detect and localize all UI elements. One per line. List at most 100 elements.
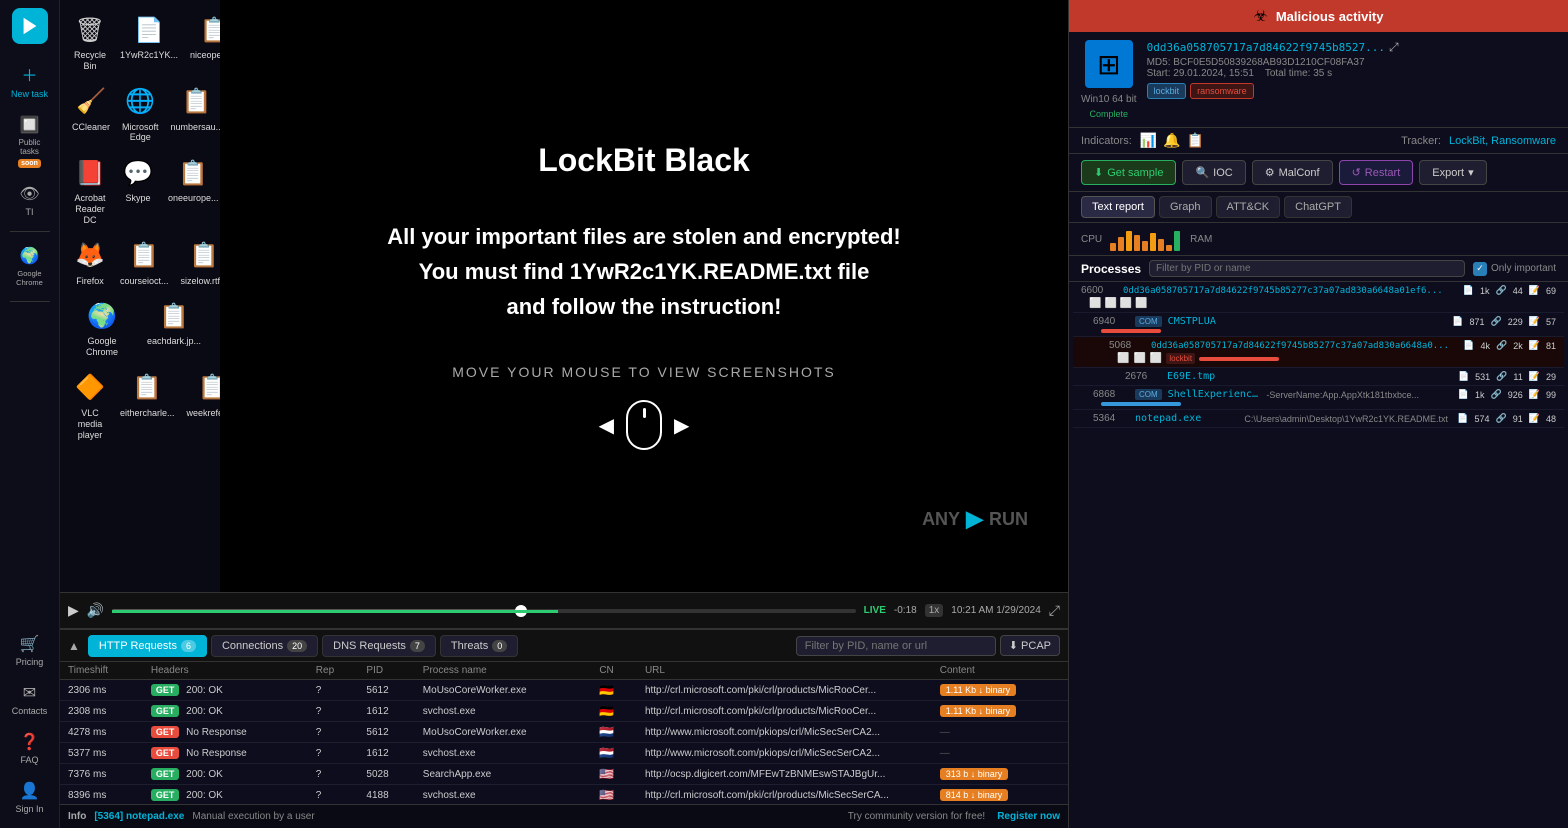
collapse-button[interactable]: ▲ xyxy=(68,639,80,653)
courseioct-icon[interactable]: 📋 courseioct... xyxy=(116,234,173,291)
graph-indicator-icon[interactable]: 📊 xyxy=(1140,132,1157,149)
skype-icon[interactable]: 💬 Skype xyxy=(116,151,160,229)
dns-count: 7 xyxy=(410,640,425,652)
1ywR2c1YK-icon[interactable]: 📄 1YwR2c1YK... xyxy=(116,8,182,76)
windows-icon: ⊞ xyxy=(1085,40,1133,88)
logo[interactable] xyxy=(12,8,48,44)
filter-input[interactable] xyxy=(796,636,996,656)
copy-indicator-icon[interactable]: 📋 xyxy=(1187,132,1204,149)
table-body: 2306 ms GET 200: OK ? 5612 MoUsoCoreWork… xyxy=(60,680,1068,805)
anyrun-logo: ANY ▶ RUN xyxy=(922,506,1028,532)
proc-item-2676[interactable]: 2676 E69E.tmp 📄531 🔗11 📝29 xyxy=(1073,368,1564,386)
export-button[interactable]: Export ▾ xyxy=(1419,160,1486,185)
play-button[interactable]: ▶ xyxy=(68,602,79,619)
processes-header: Processes Only important xyxy=(1069,256,1568,282)
tab-attck[interactable]: ATT&CK xyxy=(1216,196,1281,218)
eithercharle-icon[interactable]: 📋 eithercharle... xyxy=(116,366,179,444)
numbersau-icon[interactable]: 📋 numbersau... xyxy=(167,80,220,148)
pricing-icon: 🛒 xyxy=(20,634,40,654)
threats-label: Threats xyxy=(451,640,488,652)
proc-item-6868[interactable]: 6868 COM ShellExperienceHost.exe -Server… xyxy=(1073,386,1564,410)
restart-button[interactable]: ↺ Restart xyxy=(1339,160,1414,185)
sidebar-item-pricing[interactable]: 🛒 Pricing xyxy=(6,628,54,673)
speed-label[interactable]: 1x xyxy=(925,604,944,617)
acrobat-icon[interactable]: 📕 Acrobat Reader DC xyxy=(68,151,112,229)
firefox-icon[interactable]: 🦊 Firefox xyxy=(68,234,112,291)
tracker-links[interactable]: LockBit, Ransomware xyxy=(1449,135,1556,147)
ioc-button[interactable]: 🔍 IOC xyxy=(1182,160,1245,185)
tab-graph[interactable]: Graph xyxy=(1159,196,1212,218)
cell-url: http://www.microsoft.com/pkiops/crl/MicS… xyxy=(637,743,932,764)
content-badge: 1.11 Kb ↓ binary xyxy=(940,705,1016,717)
get-sample-button[interactable]: ⬇ Get sample xyxy=(1081,160,1176,185)
table-row[interactable]: 2306 ms GET 200: OK ? 5612 MoUsoCoreWork… xyxy=(60,680,1068,701)
process-filter-input[interactable] xyxy=(1149,260,1465,277)
proc-item-6600[interactable]: 6600 0dd36a058705717a7d84622f9745b85277c… xyxy=(1073,282,1564,313)
ransomware-text: All your important files are stolen and … xyxy=(387,219,900,325)
expand-button[interactable]: ⤢ xyxy=(1049,602,1060,619)
sidebar-item-contacts[interactable]: ✉ Contacts xyxy=(6,677,54,722)
tab-threats[interactable]: Threats 0 xyxy=(440,635,518,657)
threats-count: 0 xyxy=(492,640,507,652)
vlc-icon[interactable]: 🔶 VLC media player xyxy=(68,366,112,444)
sidebar-item-new-task[interactable]: ＋ New task xyxy=(6,56,54,105)
progress-bar[interactable] xyxy=(112,609,855,613)
sidebar-item-label: Sign In xyxy=(15,804,43,814)
expand-hash-button[interactable]: ⤢ xyxy=(1389,40,1399,55)
ccleaner-icon[interactable]: 🧹 CCleaner xyxy=(68,80,114,148)
cell-content: 1.11 Kb ↓ binary xyxy=(932,701,1068,722)
reg-icon: 📝 xyxy=(1529,340,1540,351)
status-text: 200: OK xyxy=(186,706,223,717)
cell-time: 2308 ms xyxy=(60,701,143,722)
cpu-bar-5 xyxy=(1142,241,1148,251)
proc-item-5068[interactable]: 5068 0dd36a058705717a7d84622f9745b85277c… xyxy=(1073,337,1564,368)
oneeurope-icon[interactable]: 📋 oneeurope... xyxy=(164,151,220,229)
niceopen-icon[interactable]: 📋 niceopen.r... xyxy=(186,8,220,76)
proc-item-6940[interactable]: 6940 COM CMSTPLUA 📄871 🔗229 📝57 xyxy=(1073,313,1564,337)
ms-edge-icon[interactable]: 🌐 Microsoft Edge xyxy=(118,80,163,148)
start-time: Start: 29.01.2024, 15:51 xyxy=(1147,68,1254,79)
ms-edge-img: 🌐 xyxy=(122,84,158,120)
divider xyxy=(10,231,50,232)
pcap-button[interactable]: ⬇ PCAP xyxy=(1000,635,1060,656)
sizelow-icon[interactable]: 📋 sizelow.rtf... xyxy=(177,234,220,291)
only-important-checkbox[interactable] xyxy=(1473,262,1487,276)
tab-connections[interactable]: Connections 20 xyxy=(211,635,318,657)
only-important-toggle[interactable]: Only important xyxy=(1473,262,1556,276)
weekrefere-icon[interactable]: 📋 weekrefere... xyxy=(183,366,220,444)
sidebar-item-chrome[interactable]: 🌍 Google Chrome xyxy=(6,240,54,293)
sidebar-item-public-tasks[interactable]: 🔲 Public tasks soon xyxy=(6,109,54,174)
table-row[interactable]: 5377 ms GET No Response ? 1612 svchost.e… xyxy=(60,743,1068,764)
arrow-left-btn[interactable]: ◀ xyxy=(599,413,614,438)
sidebar-item-faq[interactable]: ❓ FAQ xyxy=(6,726,54,771)
table-row[interactable]: 4278 ms GET No Response ? 5612 MoUsoCore… xyxy=(60,722,1068,743)
col-process: Process name xyxy=(415,662,592,680)
acrobat-label: Acrobat Reader DC xyxy=(72,193,108,225)
table-row[interactable]: 8396 ms GET 200: OK ? 4188 svchost.exe 🇺… xyxy=(60,785,1068,805)
tab-dns-requests[interactable]: DNS Requests 7 xyxy=(322,635,436,657)
google-chrome-desktop-icon[interactable]: 🌍 Google Chrome xyxy=(68,294,136,362)
tab-text-report[interactable]: Text report xyxy=(1081,196,1155,218)
proc-item-5364[interactable]: 5364 notepad.exe C:\Users\admin\Desktop\… xyxy=(1073,410,1564,428)
eachdark-icon[interactable]: 📋 eachdark.jp... xyxy=(140,294,208,362)
method-badge: GET xyxy=(151,726,180,738)
files-icon: 📄 xyxy=(1458,389,1469,400)
sidebar-item-signin[interactable]: 👤 Sign In xyxy=(6,775,54,820)
alert-indicator-icon[interactable]: 🔔 xyxy=(1163,132,1180,149)
table-row[interactable]: 7376 ms GET 200: OK ? 5028 SearchApp.exe… xyxy=(60,764,1068,785)
weekrefere-label: weekrefere... xyxy=(187,408,220,419)
register-button[interactable]: Register now xyxy=(997,811,1060,822)
method-badge: GET xyxy=(151,768,180,780)
table-row[interactable]: 2308 ms GET 200: OK ? 1612 svchost.exe 🇩… xyxy=(60,701,1068,722)
recycle-bin-icon[interactable]: 🗑 Recycle Bin xyxy=(68,8,112,76)
conn-label: Connections xyxy=(222,640,283,652)
sidebar-item-ti[interactable]: 👁 TI xyxy=(6,178,54,223)
volume-button[interactable]: 🔊 xyxy=(87,602,104,619)
tab-http-requests[interactable]: HTTP Requests 6 xyxy=(88,635,207,657)
status-process: [5364] notepad.exe xyxy=(94,811,184,822)
cell-process: svchost.exe xyxy=(415,785,592,805)
tab-chatgpt[interactable]: ChatGPT xyxy=(1284,196,1352,218)
reg-icon: 📝 xyxy=(1529,285,1540,296)
arrow-right-btn[interactable]: ▶ xyxy=(674,413,689,438)
malconf-button[interactable]: ⚙ MalConf xyxy=(1252,160,1333,185)
